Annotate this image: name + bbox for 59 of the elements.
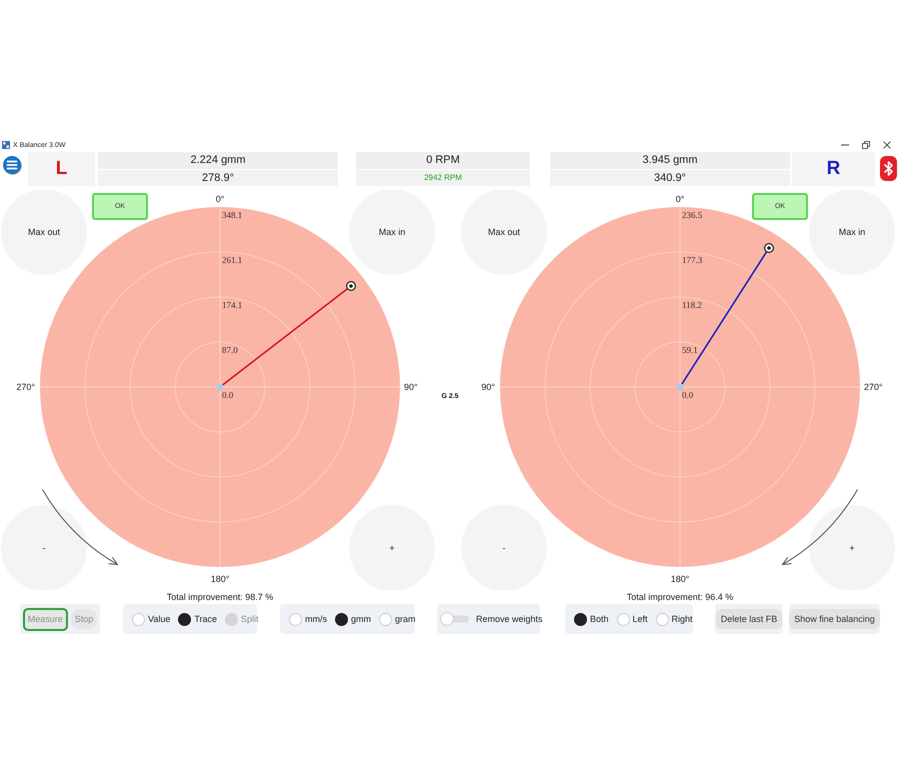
center-marker-icon bbox=[676, 384, 684, 390]
angle-label: 0° bbox=[216, 194, 224, 204]
rpm-readout: 0 RPM bbox=[356, 152, 530, 168]
ring-label: 348.1 bbox=[222, 210, 242, 220]
angle-label: 180° bbox=[210, 574, 230, 584]
plus-button[interactable]: + bbox=[809, 505, 895, 590]
minus-button[interactable]: - bbox=[461, 505, 547, 590]
app-icon bbox=[2, 141, 10, 149]
close-icon[interactable] bbox=[883, 141, 891, 149]
improvement-label: Total improvement: 96.4 % bbox=[626, 592, 734, 602]
angle-label: 270° bbox=[16, 382, 35, 392]
switch-label: Remove weights bbox=[476, 614, 543, 624]
amount-readout: 2.224 gmm bbox=[98, 152, 338, 168]
max-in-button[interactable]: Max in bbox=[809, 190, 895, 275]
radio-option[interactable]: Value bbox=[132, 612, 170, 626]
center-marker-icon bbox=[216, 384, 224, 390]
ring-label: 236.5 bbox=[682, 210, 702, 220]
ring-label: 0.0 bbox=[682, 390, 694, 400]
toggle-switch[interactable] bbox=[440, 612, 470, 626]
ring-label: 87.0 bbox=[222, 345, 238, 355]
radio-icon[interactable] bbox=[335, 612, 348, 626]
radio-option[interactable]: gmm bbox=[335, 612, 371, 626]
radio-icon[interactable] bbox=[178, 612, 192, 626]
max-out-button[interactable]: Max out bbox=[1, 190, 87, 275]
menu-icon[interactable] bbox=[2, 153, 22, 177]
radio-option[interactable]: Trace bbox=[178, 612, 218, 626]
fine-balancing-button[interactable]: Show fine balancing bbox=[789, 609, 880, 629]
improvement-label: Total improvement: 98.7 % bbox=[166, 592, 274, 602]
side-label: L bbox=[28, 152, 95, 186]
plus-button[interactable]: + bbox=[349, 505, 435, 590]
angle-label: 180° bbox=[670, 574, 690, 584]
angle-readout: 340.9° bbox=[550, 170, 790, 186]
target-rpm-readout: 2942 RPM bbox=[356, 170, 530, 186]
angle-label: 270° bbox=[864, 382, 883, 392]
radio-icon[interactable] bbox=[574, 612, 587, 626]
angle-label: 90° bbox=[481, 382, 495, 392]
max-in-button[interactable]: Max in bbox=[349, 190, 435, 275]
angle-readout: 278.9° bbox=[98, 170, 338, 186]
radio-option[interactable]: Left bbox=[616, 612, 648, 626]
ring-label: 118.2 bbox=[682, 300, 702, 310]
side-label: R bbox=[792, 152, 875, 186]
radio-option[interactable]: mm/s bbox=[289, 612, 327, 626]
amount-readout: 3.945 gmm bbox=[550, 152, 790, 168]
bluetooth-icon[interactable] bbox=[880, 156, 897, 181]
radio-option[interactable]: gram bbox=[379, 612, 416, 626]
restore-icon[interactable] bbox=[862, 141, 870, 149]
radio-option[interactable]: Both bbox=[574, 612, 609, 626]
ring-label: 0.0 bbox=[222, 390, 234, 400]
minus-button[interactable]: - bbox=[1, 505, 87, 590]
ring-label: 174.1 bbox=[222, 300, 242, 310]
ring-label: 177.3 bbox=[682, 255, 702, 265]
ring-label: 261.1 bbox=[222, 255, 242, 265]
angle-label: 90° bbox=[404, 382, 418, 392]
delete-button[interactable]: Delete last FB bbox=[716, 609, 782, 629]
ring-label: 59.1 bbox=[682, 345, 698, 355]
radio-option[interactable]: Right bbox=[656, 612, 693, 626]
minimize-icon[interactable] bbox=[841, 144, 849, 146]
max-out-button[interactable]: Max out bbox=[461, 190, 547, 275]
angle-label: 0° bbox=[676, 194, 684, 204]
